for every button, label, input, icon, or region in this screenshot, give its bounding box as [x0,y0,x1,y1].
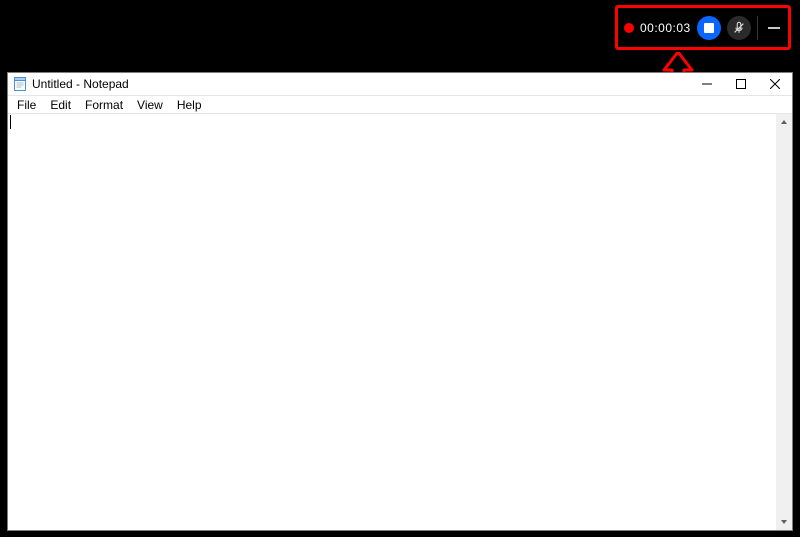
menu-help[interactable]: Help [170,96,209,113]
collapse-toolbar-button[interactable] [764,18,784,38]
toolbar-divider [757,16,758,40]
menu-format[interactable]: Format [78,96,130,113]
scroll-up-button[interactable] [776,114,792,130]
text-caret [10,115,11,129]
scroll-track[interactable] [776,130,792,514]
recording-timer: 00:00:03 [640,21,691,35]
menu-edit[interactable]: Edit [43,96,78,113]
close-button[interactable] [758,73,792,95]
chevron-down-icon [780,518,788,526]
recording-toolbar: 00:00:03 [615,5,791,50]
notepad-app-icon [12,76,28,92]
mute-mic-button[interactable] [727,16,751,40]
menu-view[interactable]: View [130,96,170,113]
window-title: Untitled - Notepad [32,77,690,91]
window-minimize-icon [702,79,712,89]
recording-indicator-icon [624,23,634,33]
titlebar[interactable]: Untitled - Notepad [8,73,792,96]
scroll-down-button[interactable] [776,514,792,530]
maximize-button[interactable] [724,73,758,95]
stop-recording-button[interactable] [697,16,721,40]
menu-file[interactable]: File [10,96,43,113]
window-maximize-icon [736,79,746,89]
minimize-icon [768,27,780,29]
menubar: File Edit Format View Help [8,96,792,114]
window-close-icon [770,79,780,89]
mic-muted-icon [732,21,746,35]
stop-icon [704,23,714,33]
text-editor[interactable] [8,114,776,530]
client-area [8,114,792,530]
notepad-window: Untitled - Notepad File Edit Format View… [7,72,793,531]
vertical-scrollbar[interactable] [776,114,792,530]
minimize-button[interactable] [690,73,724,95]
chevron-up-icon [780,118,788,126]
